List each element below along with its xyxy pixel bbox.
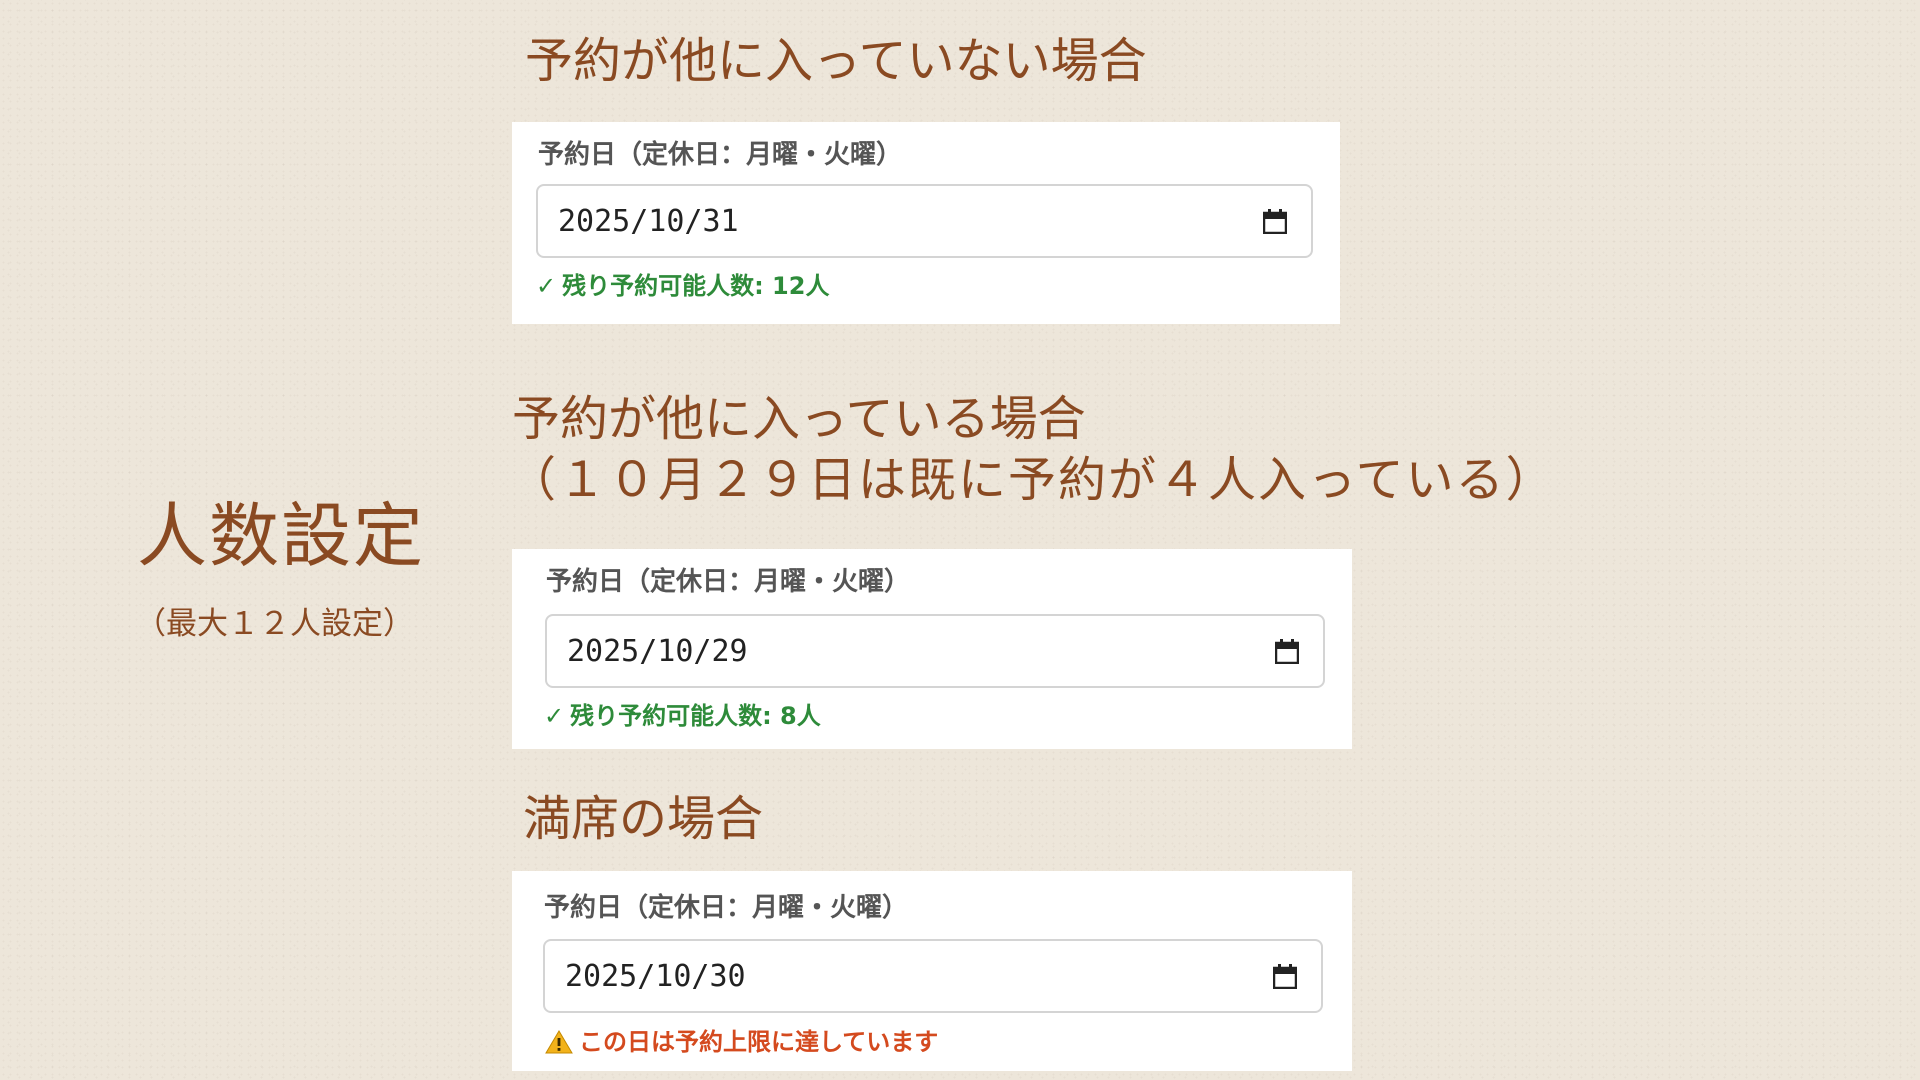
section-heading-no-bookings: 予約が他に入っていない場合 — [525, 33, 1147, 89]
section-heading-full: 満席の場合 — [523, 791, 764, 847]
capacity-full-status: この日は予約上限に達しています — [545, 1026, 938, 1058]
page-subtitle: （最大１２人設定） — [135, 606, 414, 642]
checkmark-icon: ✓ — [544, 702, 565, 730]
calendar-icon[interactable] — [1275, 638, 1299, 664]
warning-icon — [545, 1030, 573, 1054]
date-value: 2025/10/30 — [565, 958, 746, 994]
reservation-date-label: 予約日（定休日：月曜・火曜） — [544, 893, 909, 923]
reservation-date-label: 予約日（定休日：月曜・火曜） — [546, 567, 911, 597]
checkmark-icon: ✓ — [536, 272, 557, 300]
status-text: この日は予約上限に達しています — [579, 1028, 939, 1056]
status-text: 残り予約可能人数: 12人 — [562, 272, 830, 300]
reservation-card-3: 予約日（定休日：月曜・火曜） 2025/10/30 この日は予約上限に達していま… — [512, 871, 1352, 1071]
section-heading-with-bookings: 予約が他に入っている場合 — [512, 391, 1086, 447]
reservation-card-1: 予約日（定休日：月曜・火曜） 2025/10/31 ✓ 残り予約可能人数: 12… — [512, 122, 1340, 324]
reservation-date-input[interactable]: 2025/10/31 — [536, 184, 1313, 258]
calendar-icon[interactable] — [1263, 208, 1287, 234]
reservation-date-input[interactable]: 2025/10/29 — [545, 614, 1325, 688]
remaining-capacity-status: ✓ 残り予約可能人数: 12人 — [536, 270, 829, 302]
calendar-icon[interactable] — [1273, 963, 1297, 989]
date-value: 2025/10/31 — [558, 203, 739, 239]
status-text: 残り予約可能人数: 8人 — [570, 702, 821, 730]
reservation-date-input[interactable]: 2025/10/30 — [543, 939, 1323, 1013]
page-title: 人数設定 — [137, 495, 425, 577]
remaining-capacity-status: ✓ 残り予約可能人数: 8人 — [544, 700, 821, 732]
reservation-card-2: 予約日（定休日：月曜・火曜） 2025/10/29 ✓ 残り予約可能人数: 8人 — [512, 549, 1352, 749]
reservation-date-label: 予約日（定休日：月曜・火曜） — [538, 140, 903, 170]
section-heading-note: （１０月２９日は既に予約が４人入っている） — [508, 452, 1556, 508]
date-value: 2025/10/29 — [567, 633, 748, 669]
